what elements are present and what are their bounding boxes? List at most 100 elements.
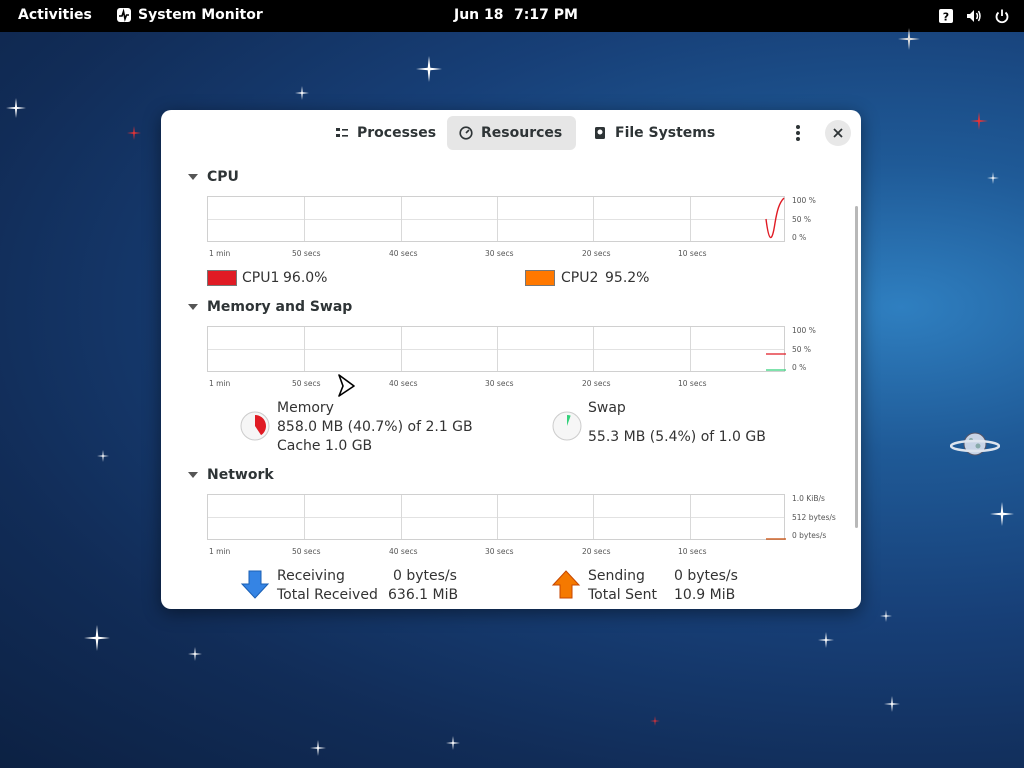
star-icon — [188, 647, 202, 661]
tab-label: Processes — [357, 125, 437, 141]
memory-x-label: 40 secs — [389, 379, 418, 388]
clock-date[interactable]: Jun 18 — [454, 7, 504, 23]
cpu-y-label: 100 % — [792, 196, 816, 205]
cpu-y-label: 0 % — [792, 233, 807, 242]
filesystems-icon — [595, 127, 605, 139]
cpu2-color-swatch[interactable] — [525, 270, 555, 286]
network-line — [766, 538, 786, 540]
activities-button[interactable]: Activities — [18, 7, 92, 23]
network-x-label: 10 secs — [678, 547, 707, 556]
star-icon — [416, 56, 442, 82]
cpu1-value: 96.0% — [283, 270, 328, 286]
cpu-expander-icon[interactable] — [188, 174, 198, 180]
swap-label: Swap — [588, 400, 626, 416]
cpu-x-label: 20 secs — [582, 249, 611, 258]
receiving-label: Receiving — [277, 568, 345, 584]
network-x-label: 1 min — [209, 547, 231, 556]
star-icon — [127, 126, 141, 140]
memory-x-label: 10 secs — [678, 379, 707, 388]
tab-processes[interactable]: Processes — [323, 116, 448, 150]
memory-y-label: 0 % — [792, 363, 807, 372]
app-menu[interactable]: System Monitor — [116, 7, 263, 23]
memory-x-label: 30 secs — [485, 379, 514, 388]
network-y-label: 1.0 KiB/s — [792, 494, 825, 503]
star-icon — [650, 716, 660, 726]
cpu2-value: 95.2% — [605, 270, 650, 286]
star-icon — [990, 502, 1014, 526]
close-button[interactable] — [825, 120, 851, 146]
memory-y-label: 50 % — [792, 345, 812, 354]
star-icon — [880, 610, 892, 622]
star-icon — [446, 736, 460, 750]
tab-label: Resources — [481, 125, 563, 141]
cpu-x-label: 30 secs — [485, 249, 514, 258]
memory-section-title[interactable]: Memory and Swap — [207, 299, 352, 315]
tab-label: File Systems — [615, 125, 716, 141]
memory-expander-icon[interactable] — [188, 304, 198, 310]
total-sent-value: 10.9 MiB — [674, 587, 736, 603]
receiving-arrow-icon[interactable] — [240, 570, 270, 600]
system-monitor-window: Processes Resources File Systems CPU 1 m… — [161, 110, 861, 609]
tab-file-systems[interactable]: File Systems — [581, 116, 727, 150]
star-icon — [898, 28, 920, 50]
total-sent-label: Total Sent — [588, 587, 658, 603]
star-icon — [97, 450, 109, 462]
network-x-label: 40 secs — [389, 547, 418, 556]
app-name: System Monitor — [138, 7, 263, 23]
network-graph — [207, 494, 786, 540]
swap-pie-icon[interactable] — [551, 410, 583, 442]
sending-arrow-icon[interactable] — [551, 570, 581, 600]
cpu1-color-swatch[interactable] — [207, 270, 237, 286]
star-icon — [84, 625, 110, 651]
memory-x-label: 50 secs — [292, 379, 321, 388]
sending-value: 0 bytes/s — [674, 568, 738, 584]
total-received-label: Total Received — [277, 587, 378, 603]
processes-icon — [336, 128, 348, 137]
network-y-label: 0 bytes/s — [792, 531, 827, 540]
network-expander-icon[interactable] — [188, 472, 198, 478]
system-tray[interactable]: ? — [938, 8, 1010, 24]
cpu-x-label: 40 secs — [389, 249, 418, 258]
memory-value: 858.0 MB (40.7%) of 2.1 GB — [277, 419, 473, 435]
memory-y-label: 100 % — [792, 326, 816, 335]
cpu-section-title[interactable]: CPU — [207, 169, 239, 185]
cpu-x-label: 50 secs — [292, 249, 321, 258]
clock-time[interactable]: 7:17 PM — [514, 7, 578, 23]
tab-resources[interactable]: Resources — [447, 116, 576, 150]
memory-line — [766, 353, 786, 371]
star-icon — [295, 86, 309, 100]
svg-text:?: ? — [943, 11, 949, 24]
resources-view: CPU 1 min 50 secs 40 secs 30 secs 20 sec… — [161, 156, 861, 609]
top-bar: Activities System Monitor Jun 18 7:17 PM… — [0, 0, 1024, 32]
star-icon — [987, 172, 999, 184]
star-icon — [310, 740, 326, 756]
memory-x-label: 1 min — [209, 379, 231, 388]
memory-graph — [207, 326, 786, 372]
help-icon[interactable]: ? — [938, 8, 954, 24]
scrollbar[interactable] — [855, 206, 858, 528]
menu-icon[interactable] — [785, 120, 811, 146]
memory-pie-icon[interactable] — [239, 410, 271, 442]
resources-icon — [459, 126, 473, 140]
star-icon — [884, 696, 900, 712]
cpu-x-label: 1 min — [209, 249, 231, 258]
header-bar: Processes Resources File Systems — [161, 110, 861, 156]
sending-label: Sending — [588, 568, 645, 584]
cpu1-label: CPU1 — [242, 270, 280, 286]
cpu-line — [765, 197, 785, 239]
cpu-x-label: 10 secs — [678, 249, 707, 258]
volume-icon[interactable] — [966, 8, 982, 24]
system-monitor-icon — [117, 8, 131, 22]
network-x-label: 50 secs — [292, 547, 321, 556]
network-section-title[interactable]: Network — [207, 467, 274, 483]
cpu-y-label: 50 % — [792, 215, 812, 224]
network-x-label: 30 secs — [485, 547, 514, 556]
cpu-graph — [207, 196, 785, 242]
cache-value: Cache 1.0 GB — [277, 438, 373, 454]
memory-label: Memory — [277, 400, 334, 416]
star-icon — [6, 98, 26, 118]
power-icon[interactable] — [994, 8, 1010, 24]
star-icon — [818, 632, 834, 648]
total-received-value: 636.1 MiB — [388, 587, 459, 603]
receiving-value: 0 bytes/s — [393, 568, 457, 584]
